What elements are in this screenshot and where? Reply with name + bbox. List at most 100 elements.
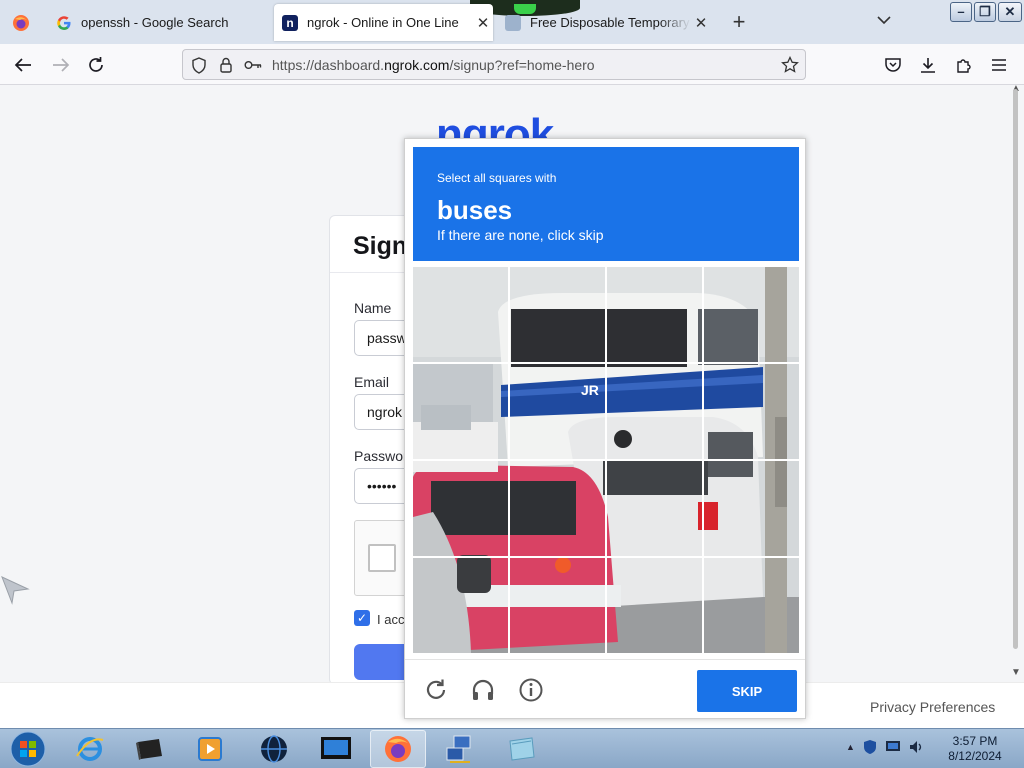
internet-explorer-icon [76,737,104,761]
taskbar-internet-explorer[interactable] [62,730,118,768]
windows-taskbar: ▲ 3:57 PM 8/12/2024 [0,728,1024,768]
grid-tile[interactable] [510,267,605,362]
back-button[interactable] [10,52,36,78]
start-button[interactable] [0,730,56,768]
scroll-down-icon[interactable]: ▼ [1011,667,1021,678]
puzzle-icon [957,59,971,73]
back-arrow-icon [14,58,31,72]
terminal-icon [136,739,162,760]
system-tray: ▲ [846,739,925,755]
privacy-preferences-link[interactable]: Privacy Preferences [870,699,995,715]
challenge-header: Select all squares with buses If there a… [413,147,799,261]
windows-start-icon [10,731,46,767]
taskbar-remote-desktop[interactable] [308,730,364,768]
grid-tile[interactable] [607,461,702,556]
grid-tile[interactable] [704,267,799,362]
taskbar-firefox[interactable] [370,730,426,768]
grid-tile[interactable] [413,558,508,653]
grid-tile[interactable] [413,267,508,362]
close-window-button[interactable]: ✕ [998,2,1022,22]
reload-button[interactable] [83,52,109,78]
show-hidden-icons-button[interactable]: ▲ [846,742,855,752]
challenge-note: If there are none, click skip [437,227,604,243]
terms-checkbox[interactable]: ✓ [354,610,370,626]
ngrok-icon: n [282,14,298,31]
taskbar-terminal[interactable] [122,730,178,768]
network-icon[interactable] [885,740,901,754]
taskbar-file-app[interactable] [494,730,550,768]
tab-title: Free Disposable Temporary & F [530,15,691,30]
page-scrollbar[interactable]: ▲ ▼ [1008,83,1024,682]
pocket-button[interactable] [880,52,906,78]
forward-button[interactable] [48,52,74,78]
security-shield-icon[interactable] [863,739,877,755]
url-text[interactable]: https://dashboard.ngrok.com/signup?ref=h… [272,57,595,73]
challenge-target: buses [437,195,513,225]
close-tab-icon[interactable]: ✕ [473,14,493,32]
shield-icon[interactable] [189,55,209,75]
pocket-icon [885,58,901,72]
captcha-challenge-dialog: Select all squares with buses If there a… [404,138,806,719]
firefox-view-button[interactable] [6,4,36,41]
grid-tile[interactable] [413,364,508,459]
volume-icon[interactable] [909,740,925,754]
menu-button[interactable] [986,52,1012,78]
grid-tile[interactable] [704,558,799,653]
info-icon[interactable] [518,677,544,703]
tab-strip: openssh - Google Search n ngrok - Online… [0,0,1024,44]
navigation-toolbar: https://dashboard.ngrok.com/signup?ref=h… [0,44,1024,85]
google-icon [56,15,72,31]
tab-title: openssh - Google Search [81,15,229,30]
grid-tile[interactable] [607,364,702,459]
system-clock[interactable]: 3:57 PM 8/12/2024 [940,734,1010,764]
audio-icon[interactable] [470,677,496,703]
grid-tile[interactable] [510,364,605,459]
window-app-icon [509,737,535,761]
restore-button[interactable]: ❐ [974,2,996,22]
tab-google-search[interactable]: openssh - Google Search [48,4,269,41]
lock-icon[interactable] [216,55,236,75]
firefox-icon [385,736,411,762]
scroll-thumb[interactable] [1013,89,1018,649]
list-all-tabs-button[interactable] [877,12,891,28]
captcha-checkbox[interactable] [368,544,396,572]
grid-tile[interactable] [607,558,702,653]
challenge-footer: SKIP [405,659,805,719]
grid-tile[interactable] [704,461,799,556]
close-tab-icon[interactable]: ✕ [691,14,711,32]
taskbar-globe-app[interactable] [246,730,302,768]
download-icon [921,58,935,73]
clock-time: 3:57 PM [952,734,998,748]
chevron-down-icon [877,16,891,25]
media-player-icon [198,737,222,761]
challenge-instruction: Select all squares with [437,171,557,185]
grid-tile[interactable] [510,558,605,653]
email-label: Email [354,374,390,390]
tab-ngrok[interactable]: n ngrok - Online in One Line ✕ [274,4,493,41]
clock-date: 8/12/2024 [948,749,1002,763]
globe-icon [261,735,287,763]
address-bar[interactable]: https://dashboard.ngrok.com/signup?ref=h… [182,49,806,80]
firefox-icon [13,14,29,31]
grid-tile[interactable] [704,364,799,459]
grid-tile[interactable] [510,461,605,556]
taskbar-network-app[interactable] [432,730,488,768]
reload-icon [89,57,103,72]
downloads-button[interactable] [915,52,941,78]
key-icon[interactable] [243,55,263,75]
grid-tile[interactable] [607,267,702,362]
bookmark-star-icon[interactable] [780,55,800,75]
minimize-button[interactable]: – [950,2,972,22]
grid-tile[interactable] [413,461,508,556]
send-arrow-icon [1,576,30,605]
tab-title: ngrok - Online in One Line [307,15,459,30]
monitor-icon [321,737,351,759]
challenge-image-grid: JR [413,267,799,653]
taskbar-media-player[interactable] [182,730,238,768]
skip-button[interactable]: SKIP [697,670,797,712]
tab-temp-mail[interactable]: Free Disposable Temporary & F ✕ [497,4,711,41]
refresh-icon[interactable] [423,677,449,703]
extensions-button[interactable] [951,52,977,78]
forward-arrow-icon [53,58,70,72]
new-tab-button[interactable]: + [726,10,752,34]
